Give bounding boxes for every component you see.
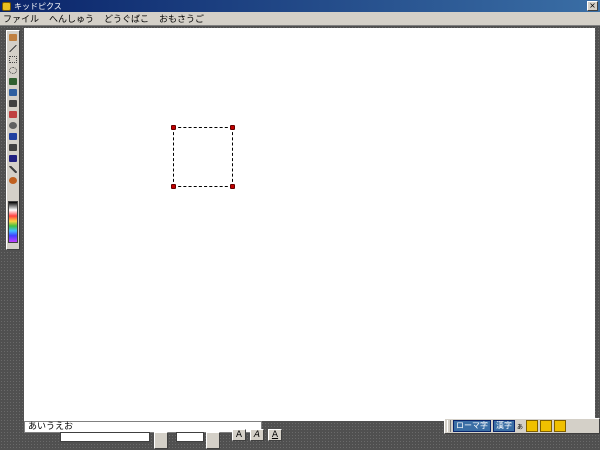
color-palette[interactable] <box>8 201 18 243</box>
outline-style-button[interactable]: A <box>250 429 264 441</box>
font-size-field[interactable] <box>176 432 204 442</box>
drawing-canvas[interactable] <box>24 28 595 421</box>
window-title: キッドピクス <box>14 1 62 11</box>
line-tool-icon[interactable] <box>7 43 19 53</box>
pencil-tool-icon[interactable] <box>7 76 19 86</box>
shadow-style-button[interactable]: A <box>268 429 282 441</box>
font-name-spinner[interactable] <box>154 432 168 449</box>
select-tool-icon[interactable] <box>7 142 19 152</box>
eraser-tool-icon[interactable] <box>7 109 19 119</box>
close-button[interactable]: × <box>587 1 598 11</box>
toolbox <box>6 30 20 250</box>
undo-tool-icon[interactable] <box>7 175 19 185</box>
eyedropper-tool-icon[interactable] <box>7 164 19 174</box>
selection-handle-bottom-right[interactable] <box>230 184 235 189</box>
selection-handle-bottom-left[interactable] <box>171 184 176 189</box>
ime-romaji-button[interactable]: ローマ字 <box>453 420 491 432</box>
font-size-spinner[interactable] <box>206 432 220 449</box>
menu-toolbox[interactable]: どうぐばこ <box>104 12 149 25</box>
menu-file[interactable]: ファイル <box>3 12 39 25</box>
text-tool-icon[interactable] <box>7 131 19 141</box>
menu-edit[interactable]: へんしゅう <box>49 12 94 25</box>
ime-grip-handle[interactable] <box>447 420 451 432</box>
lasso-tool-icon[interactable] <box>7 153 19 163</box>
ime-help-icon[interactable] <box>540 420 553 432</box>
selection-handle-top-left[interactable] <box>171 125 176 130</box>
ime-kana-indicator: あ <box>517 423 524 431</box>
ime-toolbar: ローマ字 漢字 あ <box>444 418 600 434</box>
menu-bar: ファイル へんしゅう どうぐばこ おもさうご <box>0 12 600 26</box>
selection-rectangle[interactable] <box>171 125 235 189</box>
bold-style-button[interactable]: A <box>232 429 246 441</box>
title-bar: キッドピクス × <box>0 0 600 12</box>
font-bar: あいうえお <box>24 421 264 449</box>
rectangle-tool-icon[interactable] <box>7 54 19 64</box>
ime-kanji-button[interactable]: 漢字 <box>493 420 515 432</box>
font-name-field[interactable] <box>60 432 150 442</box>
app-icon <box>2 1 11 11</box>
oval-tool-icon[interactable] <box>7 65 19 75</box>
menu-sound[interactable]: おもさうご <box>159 12 204 25</box>
spray-tool-icon[interactable] <box>7 87 19 97</box>
paint-tool-icon[interactable] <box>7 32 19 42</box>
fill-tool-icon[interactable] <box>7 98 19 108</box>
ime-pad-icon[interactable] <box>526 420 539 432</box>
selection-handle-top-right[interactable] <box>230 125 235 130</box>
stamp-tool-icon[interactable] <box>7 120 19 130</box>
ime-settings-icon[interactable] <box>554 420 567 432</box>
